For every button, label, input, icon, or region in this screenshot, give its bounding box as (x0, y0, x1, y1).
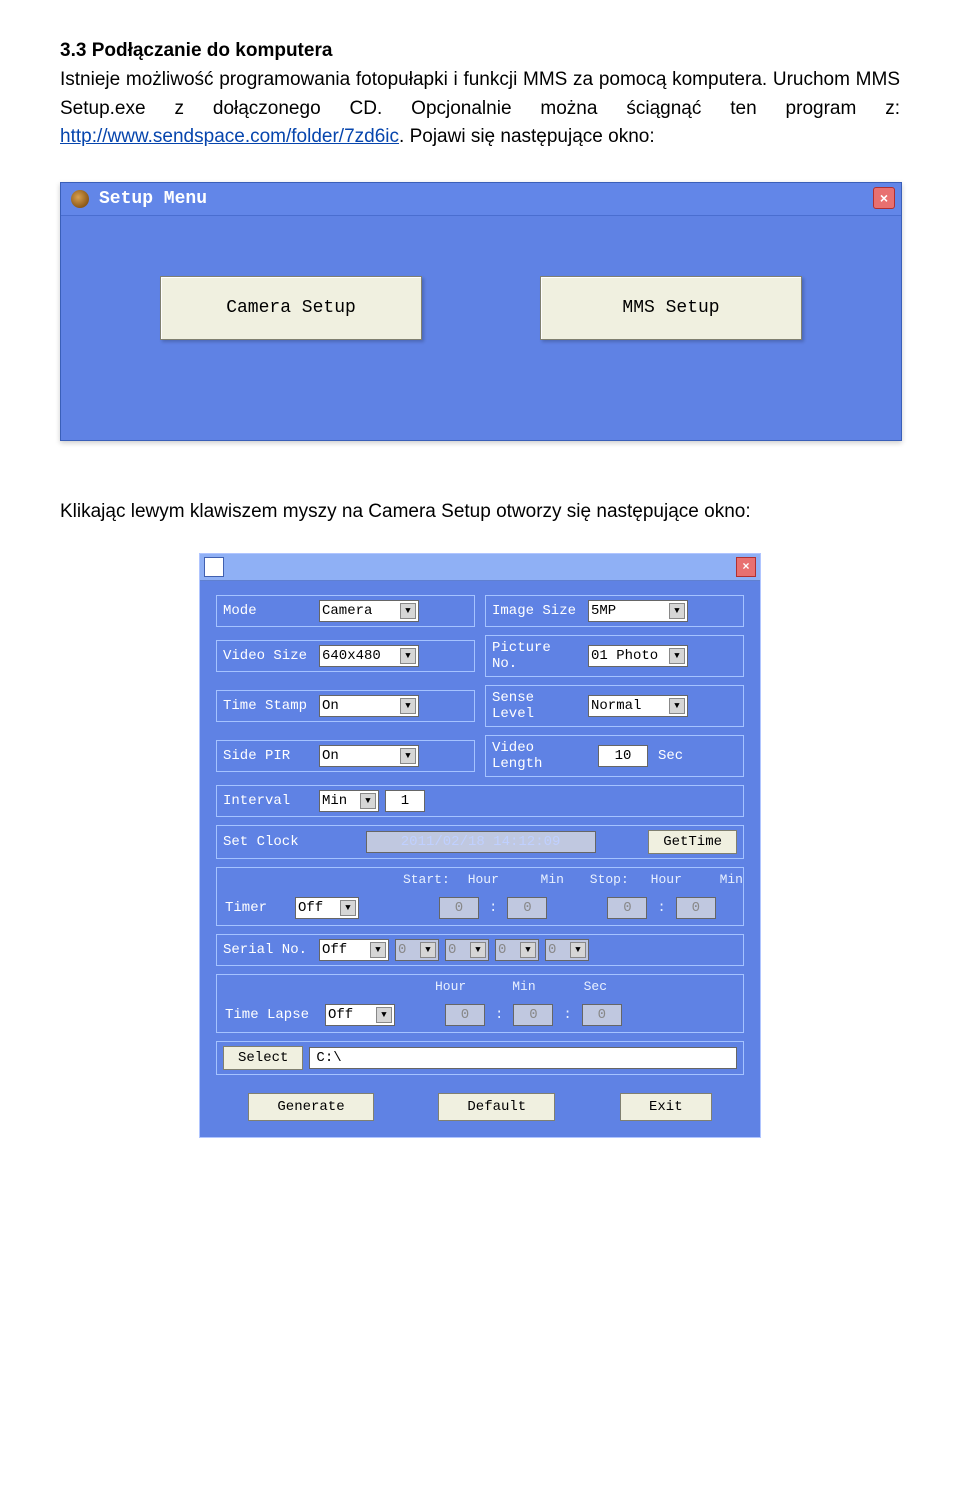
time-stamp-label: Time Stamp (223, 698, 313, 714)
section-paragraph: Istnieje możliwość programowania fotopuł… (60, 66, 900, 152)
chevron-down-icon: ▼ (570, 942, 586, 958)
serial-a[interactable]: 0▼ (395, 939, 439, 961)
chevron-down-icon: ▼ (360, 793, 376, 809)
mode-label: Mode (223, 603, 313, 619)
chevron-down-icon: ▼ (370, 942, 386, 958)
interval-label: Interval (223, 793, 313, 809)
serial-no-select[interactable]: Off▼ (319, 939, 389, 961)
chevron-down-icon: ▼ (400, 603, 416, 619)
mid-paragraph: Klikając lewym klawiszem myszy na Camera… (60, 501, 900, 523)
sense-level-label: Sense Level (492, 690, 582, 722)
chevron-down-icon: ▼ (470, 942, 486, 958)
picture-no-select[interactable]: 01 Photo▼ (588, 645, 688, 667)
serial-b[interactable]: 0▼ (445, 939, 489, 961)
image-size-label: Image Size (492, 603, 582, 619)
setup-menu-titlebar: Setup Menu (61, 183, 901, 216)
timer-label: Timer (225, 900, 285, 916)
path-input[interactable]: C:\ (309, 1047, 737, 1069)
mms-setup-button[interactable]: MMS Setup (540, 276, 802, 340)
paragraph-part-a: Istnieje możliwość programowania fotopuł… (60, 69, 900, 119)
serial-c[interactable]: 0▼ (495, 939, 539, 961)
timer-start-hour[interactable]: 0 (439, 897, 479, 919)
close-button[interactable]: × (873, 187, 895, 209)
sense-level-select[interactable]: Normal▼ (588, 695, 688, 717)
camera-setup-body: Mode Camera▼ Image Size 5MP▼ Video Size … (200, 581, 760, 1137)
mid-paragraph-text: Klikając lewym klawiszem myszy na Camera… (60, 501, 751, 522)
generate-button[interactable]: Generate (248, 1093, 373, 1121)
serial-no-label: Serial No. (223, 942, 313, 958)
time-lapse-min[interactable]: 0 (513, 1004, 553, 1026)
video-size-select[interactable]: 640x480▼ (319, 645, 419, 667)
time-lapse-sec[interactable]: 0 (582, 1004, 622, 1026)
exit-button[interactable]: Exit (620, 1093, 712, 1121)
video-size-label: Video Size (223, 648, 313, 664)
section-heading: 3.3 Podłączanie do komputera (60, 40, 900, 62)
chevron-down-icon: ▼ (669, 698, 685, 714)
time-lapse-hour[interactable]: 0 (445, 1004, 485, 1026)
video-length-input[interactable]: 10 (598, 745, 648, 767)
chevron-down-icon: ▼ (669, 648, 685, 664)
serial-d[interactable]: 0▼ (545, 939, 589, 961)
setup-menu-body: Camera Setup MMS Setup (61, 216, 901, 440)
chevron-down-icon: ▼ (400, 648, 416, 664)
default-button[interactable]: Default (438, 1093, 555, 1121)
time-stamp-select[interactable]: On▼ (319, 695, 419, 717)
video-length-unit: Sec (658, 748, 683, 764)
camera-icon (71, 190, 89, 208)
chevron-down-icon: ▼ (400, 698, 416, 714)
video-length-label: Video Length (492, 740, 592, 772)
clock-display: 2011/02/18 14:12:09 (366, 831, 596, 853)
set-clock-label: Set Clock (223, 834, 313, 850)
interval-unit-select[interactable]: Min▼ (319, 790, 379, 812)
chevron-down-icon: ▼ (340, 900, 356, 916)
interval-input[interactable]: 1 (385, 790, 425, 812)
side-pir-label: Side PIR (223, 748, 313, 764)
camera-setup-button[interactable]: Camera Setup (160, 276, 422, 340)
chevron-down-icon: ▼ (520, 942, 536, 958)
get-time-button[interactable]: GetTime (648, 830, 737, 854)
paragraph-part-b: . Pojawi się następujące okno: (399, 126, 655, 147)
timer-stop-min[interactable]: 0 (676, 897, 716, 919)
setup-menu-title: Setup Menu (99, 189, 207, 209)
chevron-down-icon: ▼ (669, 603, 685, 619)
close-button[interactable]: × (736, 557, 756, 577)
time-lapse-select[interactable]: Off▼ (325, 1004, 395, 1026)
timelapse-header: Hour Min Sec (223, 979, 749, 998)
chevron-down-icon: ▼ (420, 942, 436, 958)
select-path-button[interactable]: Select (223, 1046, 303, 1070)
side-pir-select[interactable]: On▼ (319, 745, 419, 767)
camera-setup-window: × Mode Camera▼ Image Size 5MP▼ Video Siz… (199, 553, 761, 1138)
setup-menu-window: Setup Menu × Camera Setup MMS Setup (60, 182, 902, 441)
timer-start-min[interactable]: 0 (507, 897, 547, 919)
image-size-select[interactable]: 5MP▼ (588, 600, 688, 622)
mode-select[interactable]: Camera▼ (319, 600, 419, 622)
download-link[interactable]: http://www.sendspace.com/folder/7zd6ic (60, 126, 399, 147)
picture-no-label: Picture No. (492, 640, 582, 672)
timer-header: Start: Hour Min Stop: Hour Min (223, 872, 749, 891)
chevron-down-icon: ▼ (376, 1007, 392, 1023)
app-icon (204, 557, 224, 577)
timer-stop-hour[interactable]: 0 (607, 897, 647, 919)
chevron-down-icon: ▼ (400, 748, 416, 764)
camera-setup-titlebar: × (200, 554, 760, 581)
time-lapse-label: Time Lapse (225, 1007, 315, 1023)
timer-select[interactable]: Off▼ (295, 897, 359, 919)
